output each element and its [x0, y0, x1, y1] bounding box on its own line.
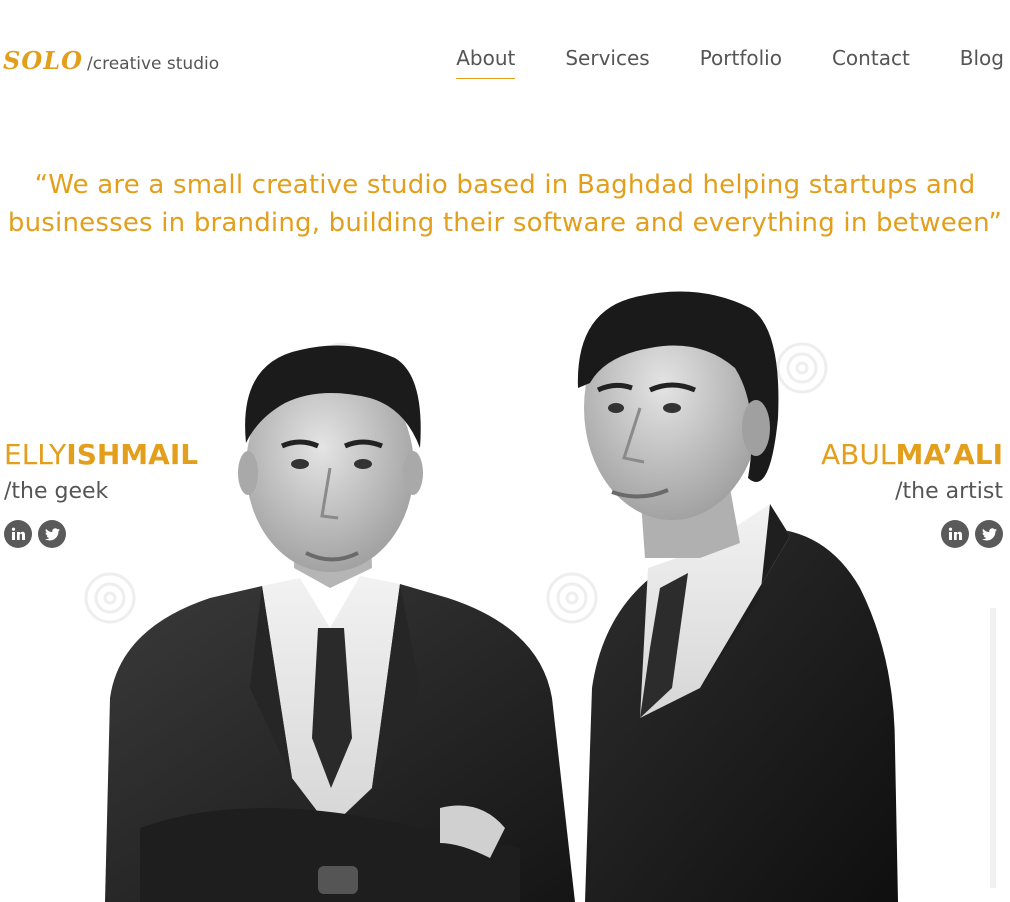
nav-item-about[interactable]: About — [456, 46, 516, 79]
twitter-icon[interactable] — [38, 520, 66, 548]
nav-item-portfolio[interactable]: Portfolio — [700, 46, 782, 78]
team-member-abul: ABULMA’ALI /the artist — [821, 436, 1003, 548]
studio-quote: “We are a small creative studio based in… — [0, 166, 1010, 242]
nav-item-blog[interactable]: Blog — [960, 46, 1004, 78]
member-role: /the geek — [4, 479, 109, 504]
member-first-name: ELLY — [4, 438, 67, 471]
main-nav: About Services Portfolio Contact Blog — [456, 46, 1004, 79]
team-photo-illustration — [84, 291, 996, 902]
member-last-name: ISHMAIL — [66, 438, 199, 471]
right-person — [577, 291, 898, 902]
social-links — [821, 520, 1003, 548]
member-name: ELLYISHMAIL — [4, 436, 198, 474]
nav-item-services[interactable]: Services — [565, 46, 649, 78]
logo-tagline: /creative studio — [87, 54, 220, 74]
left-person — [105, 345, 575, 902]
member-role: /the artist — [895, 479, 1003, 504]
social-links — [4, 520, 198, 548]
site-header: SOLO /creative studio About Services Por… — [0, 0, 1010, 110]
team-member-elly: ELLYISHMAIL /the geek — [4, 436, 198, 548]
quote-line-2: businesses in branding, building their s… — [7, 208, 1003, 238]
quote-line-1: “We are a small creative studio based in… — [34, 170, 976, 200]
logo[interactable]: SOLO /creative studio — [3, 46, 219, 75]
page: SOLO /creative studio About Services Por… — [0, 0, 1010, 902]
linkedin-icon[interactable] — [4, 520, 32, 548]
team-photo — [0, 268, 1010, 902]
nav-item-contact[interactable]: Contact — [832, 46, 910, 78]
twitter-icon[interactable] — [975, 520, 1003, 548]
member-last-name: MA’ALI — [895, 438, 1003, 471]
linkedin-icon[interactable] — [941, 520, 969, 548]
member-name: ABULMA’ALI — [821, 436, 1003, 474]
member-first-name: ABUL — [821, 438, 896, 471]
logo-mark: SOLO — [3, 46, 84, 75]
